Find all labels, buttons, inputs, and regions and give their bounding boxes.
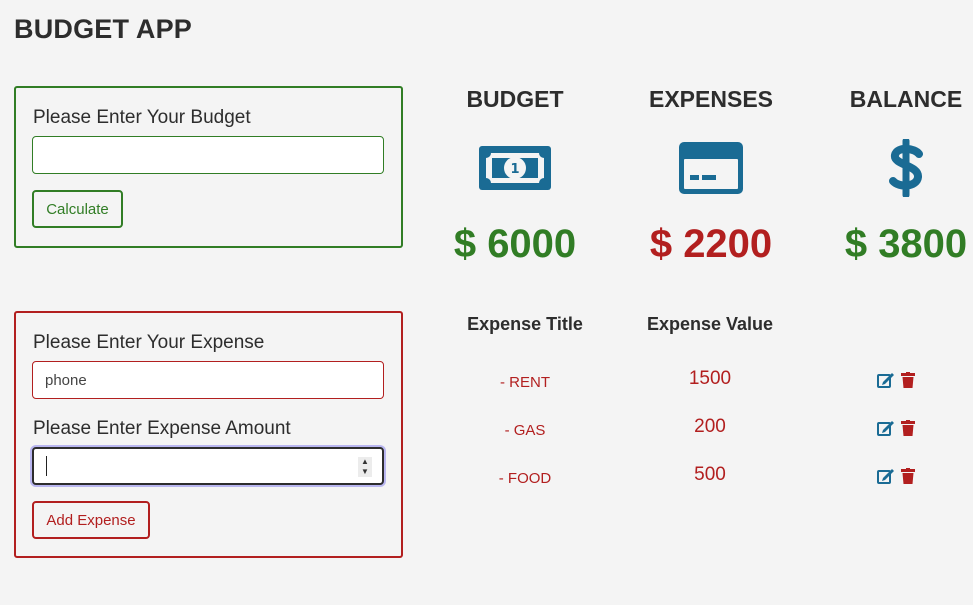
expense-row: - GAS 200 xyxy=(440,416,960,446)
expense-row: - RENT 1500 xyxy=(440,368,960,398)
expense-title-header: Expense Title xyxy=(467,314,583,334)
expense-amount-input[interactable]: ▲ ▼ xyxy=(32,447,384,485)
calculate-button[interactable]: Calculate xyxy=(32,190,123,228)
expense-value-header: Expense Value xyxy=(646,314,774,334)
spinner-up-icon[interactable]: ▲ xyxy=(358,457,372,467)
edit-icon[interactable] xyxy=(877,420,895,441)
expense-amount-label: Please Enter Expense Amount xyxy=(33,418,291,439)
budget-summary: BUDGET 1 $ 6000 xyxy=(430,86,600,267)
expense-title-input[interactable]: phone xyxy=(32,361,384,399)
expense-row-value: 1500 xyxy=(688,368,732,389)
balance-amount: $ 3800 xyxy=(844,222,968,266)
money-bill-icon: 1 xyxy=(430,118,600,218)
budget-input[interactable] xyxy=(32,136,384,174)
add-expense-button[interactable]: Add Expense xyxy=(32,501,150,539)
budget-form: Please Enter Your Budget Calculate xyxy=(14,86,403,248)
spinner-down-icon[interactable]: ▼ xyxy=(358,467,372,477)
credit-card-icon xyxy=(626,118,796,218)
expense-row-value: 200 xyxy=(694,416,726,437)
expense-row: - FOOD 500 xyxy=(440,464,960,494)
expense-row-title: - FOOD xyxy=(498,470,552,487)
edit-icon[interactable] xyxy=(877,372,895,393)
expense-row-title: - RENT xyxy=(500,374,550,391)
trash-icon[interactable] xyxy=(901,468,915,489)
expense-title-label: Please Enter Your Expense xyxy=(33,332,265,353)
expenses-summary: EXPENSES $ 2200 xyxy=(626,86,796,267)
budget-title: BUDGET xyxy=(466,86,564,112)
balance-title: BALANCE xyxy=(849,86,963,112)
expenses-title: EXPENSES xyxy=(649,86,773,112)
edit-icon[interactable] xyxy=(877,468,895,489)
expense-row-title: - GAS xyxy=(504,422,546,439)
trash-icon[interactable] xyxy=(901,420,915,441)
dollar-sign-icon xyxy=(821,118,973,218)
expenses-amount: $ 2200 xyxy=(649,222,773,266)
svg-text:1: 1 xyxy=(510,162,519,177)
expense-row-value: 500 xyxy=(694,464,726,485)
app-title: BUDGET APP xyxy=(14,14,193,44)
balance-summary: BALANCE $ 3800 xyxy=(821,86,973,267)
expense-title-value: phone xyxy=(45,371,87,389)
number-spinner[interactable]: ▲ ▼ xyxy=(358,457,372,477)
trash-icon[interactable] xyxy=(901,372,915,393)
budget-input-label: Please Enter Your Budget xyxy=(33,107,251,128)
text-caret xyxy=(46,456,47,476)
expense-form: Please Enter Your Expense phone Please E… xyxy=(14,311,403,558)
budget-amount: $ 6000 xyxy=(453,222,577,266)
